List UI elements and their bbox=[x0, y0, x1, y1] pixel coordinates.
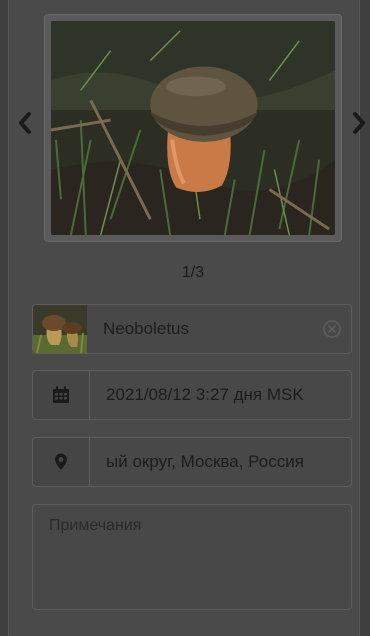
chevron-right-icon bbox=[353, 112, 365, 134]
location-addon[interactable] bbox=[33, 438, 90, 486]
map-marker-icon bbox=[55, 453, 67, 470]
date-field[interactable]: 2021/08/12 3:27 дня MSK bbox=[32, 370, 352, 420]
date-addon[interactable] bbox=[33, 371, 90, 419]
photo-counter: 1/3 bbox=[181, 264, 205, 281]
clear-taxon-button[interactable] bbox=[313, 305, 351, 353]
photo-frame[interactable] bbox=[44, 14, 342, 242]
chevron-left-icon bbox=[19, 112, 31, 134]
location-value: ый округ, Москва, Россия bbox=[106, 452, 304, 471]
date-value: 2021/08/12 3:27 дня MSK bbox=[106, 385, 304, 404]
taxon-field[interactable]: Neoboletus bbox=[32, 304, 352, 354]
previous-photo-button[interactable] bbox=[14, 104, 36, 142]
taxon-name: Neoboletus bbox=[103, 319, 190, 338]
notes-textarea[interactable] bbox=[32, 504, 352, 610]
location-field[interactable]: ый округ, Москва, Россия bbox=[32, 437, 352, 487]
calendar-icon bbox=[53, 386, 69, 403]
taxon-thumbnail bbox=[33, 305, 87, 353]
clear-circle-icon bbox=[323, 320, 341, 338]
next-photo-button[interactable] bbox=[348, 104, 370, 142]
mushroom-photo bbox=[51, 21, 335, 235]
